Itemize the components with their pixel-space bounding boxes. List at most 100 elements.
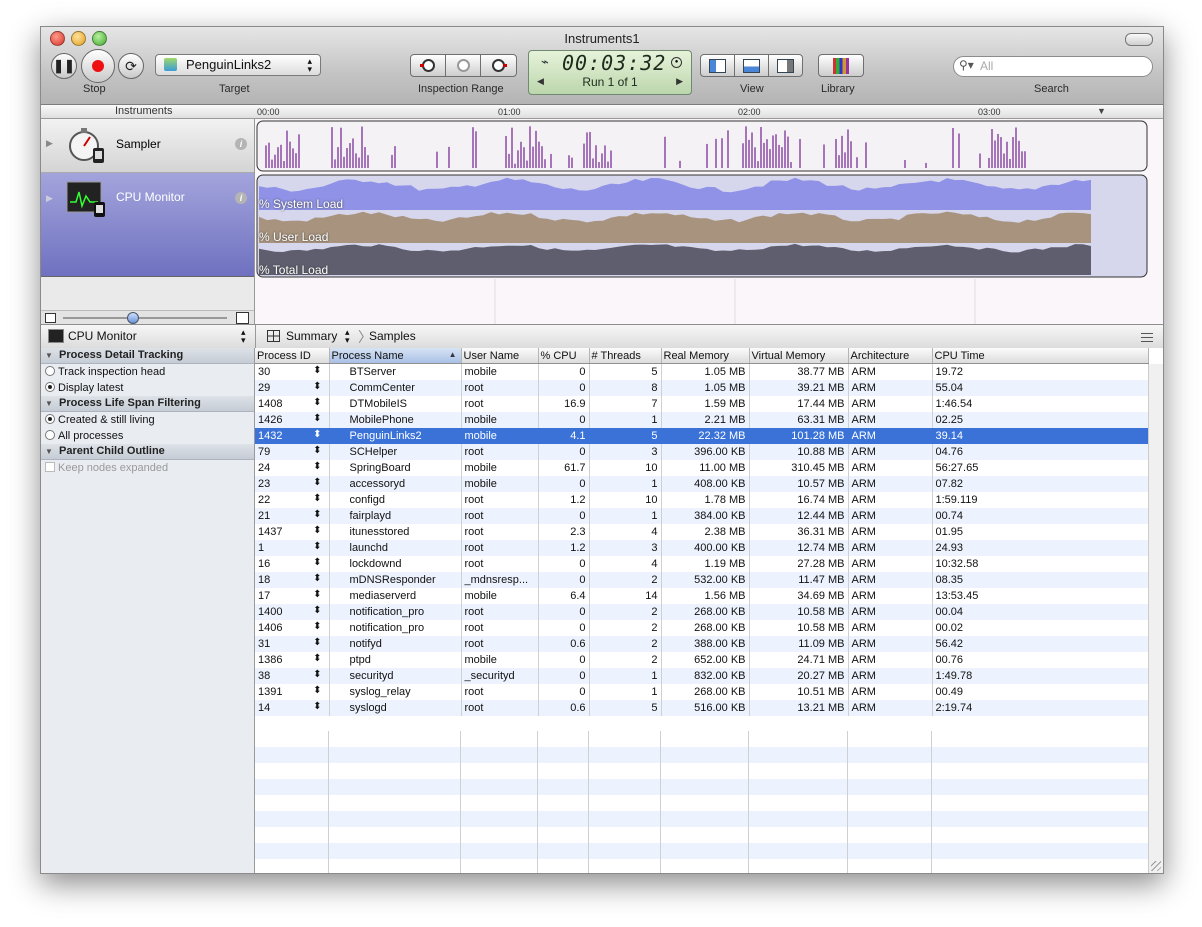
- disclosure-triangle-icon[interactable]: ▶: [46, 193, 53, 204]
- instrument-selector[interactable]: CPU Monitor: [68, 329, 137, 343]
- table-row[interactable]: 30 ⬍ BTServer mobile 0 5 1.05 MB 38.77 MB ARM 19.…: [255, 363, 1149, 380]
- view-detail-button[interactable]: [700, 54, 735, 77]
- section-header[interactable]: ▼ Process Detail Tracking: [41, 348, 254, 364]
- column-header[interactable]: Process ID: [255, 348, 330, 364]
- range-start-button[interactable]: [410, 54, 446, 77]
- stepper-arrows-icon[interactable]: ⬍: [313, 573, 321, 584]
- disclosure-triangle-icon[interactable]: ▶: [46, 138, 53, 149]
- table-row[interactable]: 1406 ⬍ notification_pro root 0 2 268.00 KB 10.5…: [255, 620, 1149, 636]
- radio-button-selected[interactable]: [45, 414, 55, 424]
- stepper-arrows-icon[interactable]: ⬍: [313, 477, 321, 488]
- column-header[interactable]: # Threads: [589, 348, 662, 364]
- playhead-marker[interactable]: ▼: [1097, 106, 1106, 116]
- toolbar-toggle-button[interactable]: [1125, 33, 1153, 46]
- timer-mode-icon[interactable]: ●: [671, 57, 682, 68]
- stepper-arrows-icon[interactable]: ⬍: [313, 637, 321, 648]
- option-display-latest[interactable]: Display latest: [41, 380, 254, 396]
- column-header[interactable]: Architecture: [848, 348, 933, 364]
- column-header[interactable]: User Name: [461, 348, 539, 364]
- instrument-sampler[interactable]: ▶ Sampler i: [41, 119, 254, 173]
- stepper-arrows-icon[interactable]: ⬍: [313, 429, 321, 440]
- table-row[interactable]: 24 ⬍ SpringBoard mobile 61.7 10 11.00 MB 310.45…: [255, 460, 1149, 476]
- column-header[interactable]: % CPU: [538, 348, 590, 364]
- column-header[interactable]: Virtual Memory: [749, 348, 849, 364]
- column-header[interactable]: CPU Time: [932, 348, 1149, 364]
- option-created-still-living[interactable]: Created & still living: [41, 412, 254, 428]
- option-track-inspection-head[interactable]: Track inspection head: [41, 364, 254, 380]
- stepper-arrows-icon[interactable]: ⬍: [313, 605, 321, 616]
- table-row[interactable]: 1400 ⬍ notification_pro root 0 2 268.00 KB 10.5…: [255, 604, 1149, 620]
- option-keep-nodes-expanded[interactable]: Keep nodes expanded: [41, 460, 254, 476]
- track-graph-area[interactable]: % System Load % User Load % Total Load: [254, 119, 1163, 324]
- stepper-arrows-icon[interactable]: ⬍: [313, 381, 321, 392]
- radio-button-selected[interactable]: [45, 382, 55, 392]
- section-header[interactable]: ▼ Parent Child Outline: [41, 444, 254, 460]
- table-row[interactable]: 1391 ⬍ syslog_relay root 0 1 268.00 KB 10.51 MB…: [255, 684, 1149, 700]
- table-row[interactable]: 1 ⬍ launchd root 1.2 3 400.00 KB 12.74 MB ARM 24.…: [255, 540, 1149, 556]
- table-row[interactable]: 1437 ⬍ itunesstored root 2.3 4 2.38 MB 36.31 MB…: [255, 524, 1149, 540]
- stepper-arrows-icon[interactable]: ⬍: [313, 621, 321, 632]
- table-row[interactable]: 1426 ⬍ MobilePhone mobile 0 1 2.21 MB 63.31 MB A…: [255, 412, 1149, 428]
- slider-track[interactable]: [63, 317, 227, 319]
- table-row[interactable]: 29 ⬍ CommCenter root 0 8 1.05 MB 39.21 MB ARM 55.…: [255, 380, 1149, 396]
- range-end-button[interactable]: [480, 54, 517, 77]
- checkbox[interactable]: [45, 462, 55, 472]
- stepper-arrows-icon[interactable]: ⬍: [313, 685, 321, 696]
- radio-button[interactable]: [45, 430, 55, 440]
- stepper-arrows-icon[interactable]: ⬍: [313, 509, 321, 520]
- view-bottom-button[interactable]: [734, 54, 769, 77]
- table-row[interactable]: 38 ⬍ securityd _securityd 0 1 832.00 KB 20.27 M…: [255, 668, 1149, 684]
- search-field[interactable]: ⚲▾ All: [953, 56, 1153, 77]
- stepper-arrows-icon[interactable]: ⬍: [313, 413, 321, 424]
- target-popup[interactable]: PenguinLinks2 ▴ ▾: [155, 54, 321, 76]
- table-row[interactable]: 18 ⬍ mDNSResponder _mdnsresp... 0 2 532.00 KB 1…: [255, 572, 1149, 588]
- popup-arrows-icon[interactable]: ▴ ▾: [345, 328, 350, 345]
- table-row[interactable]: 31 ⬍ notifyd root 0.6 2 388.00 KB 11.09 MB ARM 56…: [255, 636, 1149, 652]
- loop-button[interactable]: ⟳: [118, 53, 144, 79]
- table-row[interactable]: 23 ⬍ accessoryd mobile 0 1 408.00 KB 10.57 MB AR…: [255, 476, 1149, 492]
- table-row[interactable]: 14 ⬍ syslogd root 0.6 5 516.00 KB 13.21 MB ARM 2:…: [255, 700, 1149, 716]
- popup-arrows-icon[interactable]: ▴ ▾: [241, 328, 246, 345]
- stepper-arrows-icon[interactable]: ⬍: [313, 365, 321, 376]
- instrument-cpu-monitor[interactable]: ▶ CPU Monitor i: [41, 173, 254, 277]
- stepper-arrows-icon[interactable]: ⬍: [313, 493, 321, 504]
- stepper-arrows-icon[interactable]: ⬍: [313, 669, 321, 680]
- table-row[interactable]: 1432 ⬍ PenguinLinks2 mobile 4.1 5 22.32 MB 101.…: [255, 428, 1149, 444]
- table-row[interactable]: 1408 ⬍ DTMobileIS root 16.9 7 1.59 MB 17.44 MB A…: [255, 396, 1149, 412]
- info-icon[interactable]: i: [235, 138, 247, 150]
- stop-record-button[interactable]: [81, 49, 115, 83]
- table-row[interactable]: 21 ⬍ fairplayd root 0 1 384.00 KB 12.44 MB ARM 00…: [255, 508, 1149, 524]
- stepper-arrows-icon[interactable]: ⬍: [313, 557, 321, 568]
- table-row[interactable]: 22 ⬍ configd root 1.2 10 1.78 MB 16.74 MB ARM 1:5…: [255, 492, 1149, 508]
- info-icon[interactable]: i: [235, 192, 247, 204]
- section-header[interactable]: ▼ Process Life Span Filtering: [41, 396, 254, 412]
- pause-button[interactable]: ❚❚: [51, 53, 77, 79]
- stepper-arrows-icon[interactable]: ⬍: [313, 461, 321, 472]
- column-header[interactable]: Process Name ▲: [329, 348, 462, 364]
- column-header[interactable]: Real Memory: [661, 348, 750, 364]
- menu-lines-icon[interactable]: [1141, 333, 1153, 342]
- table-row[interactable]: 16 ⬍ lockdownd root 0 4 1.19 MB 27.28 MB ARM 10:3…: [255, 556, 1149, 572]
- track-zoom-slider[interactable]: [41, 310, 254, 325]
- option-all-processes[interactable]: All processes: [41, 428, 254, 444]
- view-extended-button[interactable]: [768, 54, 803, 77]
- table-row[interactable]: 17 ⬍ mediaserverd mobile 6.4 14 1.56 MB 34.69 M…: [255, 588, 1149, 604]
- stepper-arrows-icon[interactable]: ⬍: [313, 445, 321, 456]
- breadcrumb-summary[interactable]: Summary: [286, 329, 337, 343]
- stepper-arrows-icon[interactable]: ⬍: [313, 653, 321, 664]
- time-ruler[interactable]: Instruments 00:00 01:00 02:00 03:00 ▼: [41, 105, 1163, 119]
- stepper-arrows-icon[interactable]: ⬍: [313, 701, 321, 712]
- stepper-arrows-icon[interactable]: ⬍: [313, 589, 321, 600]
- vertical-scrollbar[interactable]: [1148, 364, 1163, 873]
- range-clear-button[interactable]: [445, 54, 481, 77]
- slider-knob[interactable]: [127, 312, 139, 324]
- stepper-arrows-icon[interactable]: ⬍: [313, 541, 321, 552]
- next-run-button[interactable]: ▶: [676, 76, 683, 87]
- table-row[interactable]: 79 ⬍ SCHelper root 0 3 396.00 KB 10.88 MB ARM 04.…: [255, 444, 1149, 460]
- stepper-arrows-icon[interactable]: ⬍: [313, 397, 321, 408]
- breadcrumb-samples[interactable]: Samples: [369, 329, 416, 343]
- table-row[interactable]: 1386 ⬍ ptpd mobile 0 2 652.00 KB 24.71 MB ARM 00.…: [255, 652, 1149, 668]
- library-button[interactable]: [818, 54, 864, 77]
- resize-grip-icon[interactable]: [1151, 861, 1161, 871]
- stepper-arrows-icon[interactable]: ⬍: [313, 525, 321, 536]
